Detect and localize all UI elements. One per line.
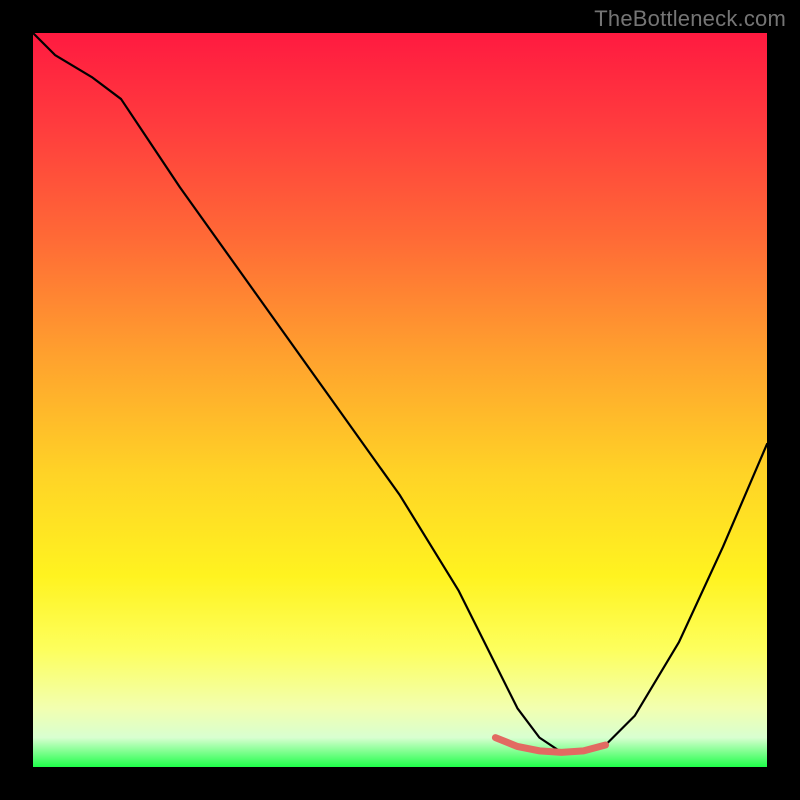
watermark-text: TheBottleneck.com <box>594 6 786 32</box>
plot-area <box>33 33 767 767</box>
bottleneck-curve <box>33 33 767 752</box>
chart-svg <box>33 33 767 767</box>
